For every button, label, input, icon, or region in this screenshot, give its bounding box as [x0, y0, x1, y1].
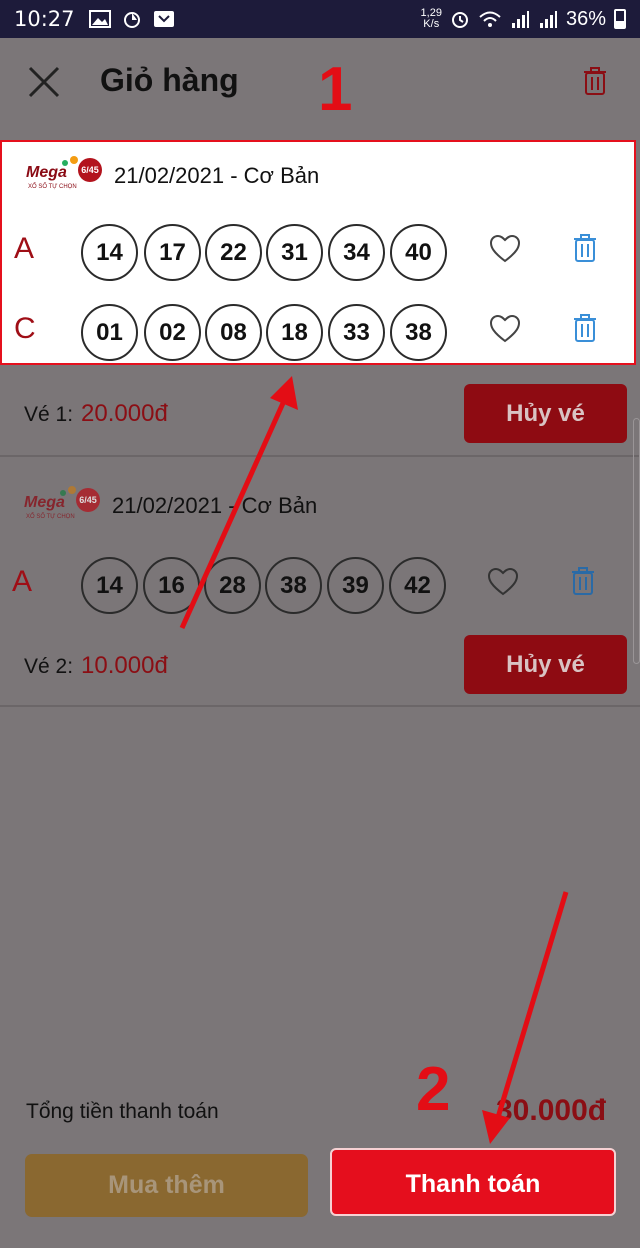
signal-icon-2 — [539, 11, 557, 28]
cancel-ticket-button[interactable]: Hủy vé — [464, 635, 627, 694]
ticket-card-1: Mega 6/45 XỔ SỐ TỰ CHỌN 21/02/2021 - Cơ … — [0, 140, 636, 365]
cancel-ticket-button[interactable]: Hủy vé — [464, 384, 627, 443]
ticket-header: Mega 6/45 XỔ SỐ TỰ CHỌN 21/02/2021 - Cơ … — [26, 154, 319, 198]
scroll-indicator — [633, 418, 640, 664]
step-1-arrowhead — [270, 376, 298, 410]
mega-645-logo: Mega 6/45 XỔ SỐ TỰ CHỌN — [24, 484, 100, 528]
divider — [0, 705, 640, 707]
step-1-label: 1 — [318, 55, 353, 124]
row-letter: A — [14, 232, 35, 265]
ticket-price: Vé 2: 10.000đ — [24, 652, 168, 679]
ticket-date: 21/02/2021 - Cơ Bản — [112, 493, 318, 518]
number-ball[interactable]: 33 — [328, 304, 385, 361]
number-ball[interactable]: 02 — [144, 304, 201, 361]
number-ball[interactable]: 28 — [204, 557, 261, 614]
heart-icon[interactable] — [487, 567, 519, 597]
ticket-date: 21/02/2021 - Cơ Bản — [114, 163, 320, 188]
status-time: 10:27 — [14, 7, 75, 31]
heart-icon[interactable] — [489, 234, 521, 264]
number-ball[interactable]: 14 — [81, 224, 138, 281]
battery-icon — [614, 9, 626, 29]
number-ball[interactable]: 31 — [266, 224, 323, 281]
number-ball[interactable]: 18 — [266, 304, 323, 361]
row-letter: C — [14, 312, 36, 345]
number-ball[interactable]: 22 — [205, 224, 262, 281]
delete-row-icon[interactable] — [573, 233, 597, 263]
number-ball[interactable]: 34 — [328, 224, 385, 281]
divider — [0, 455, 640, 457]
signal-icon — [511, 11, 529, 28]
total-label: Tổng tiền thanh toán — [26, 1100, 219, 1123]
battery-percent: 36% — [565, 7, 606, 30]
delete-row-icon[interactable] — [573, 313, 597, 343]
alarm-icon — [451, 12, 468, 28]
download-icon — [153, 11, 174, 27]
step-2-label: 2 — [416, 1055, 451, 1124]
wifi-icon — [479, 11, 501, 27]
number-ball[interactable]: 38 — [390, 304, 447, 361]
total-value: 30.000đ — [496, 1094, 607, 1127]
number-ball[interactable]: 17 — [144, 224, 201, 281]
mega-645-logo: Mega 6/45 XỔ SỐ TỰ CHỌN — [26, 154, 102, 198]
delete-row-icon[interactable] — [571, 566, 595, 596]
number-ball[interactable]: 42 — [389, 557, 446, 614]
number-ball[interactable]: 14 — [81, 557, 138, 614]
number-ball[interactable]: 16 — [143, 557, 200, 614]
gallery-icon — [88, 10, 111, 28]
number-ball[interactable]: 01 — [81, 304, 138, 361]
close-icon[interactable] — [26, 64, 62, 100]
ticket-price: Vé 1: 20.000đ — [24, 400, 168, 427]
number-ball[interactable]: 38 — [265, 557, 322, 614]
trash-all-icon[interactable] — [582, 66, 608, 96]
network-speed: 1,29 K/s — [420, 7, 442, 30]
number-ball[interactable]: 08 — [205, 304, 262, 361]
buy-more-button[interactable]: Mua thêm — [25, 1154, 308, 1217]
row-letter: A — [12, 565, 33, 598]
data-saver-icon — [123, 12, 140, 28]
checkout-button[interactable]: Thanh toán — [330, 1148, 616, 1216]
ticket-row: A 14 16 28 38 39 42 — [0, 555, 640, 615]
ticket-row: C 01 02 08 18 33 38 — [2, 302, 640, 362]
ticket-header: Mega 6/45 XỔ SỐ TỰ CHỌN 21/02/2021 - Cơ … — [24, 484, 317, 528]
status-bar: 10:27 1,29 K/s 36% — [0, 0, 640, 38]
page-title: Giỏ hàng — [100, 62, 239, 98]
number-ball[interactable]: 40 — [390, 224, 447, 281]
heart-icon[interactable] — [489, 314, 521, 344]
step-2-arrow — [493, 891, 569, 1125]
ticket-row: A 14 17 22 31 34 40 — [2, 222, 640, 282]
number-ball[interactable]: 39 — [327, 557, 384, 614]
